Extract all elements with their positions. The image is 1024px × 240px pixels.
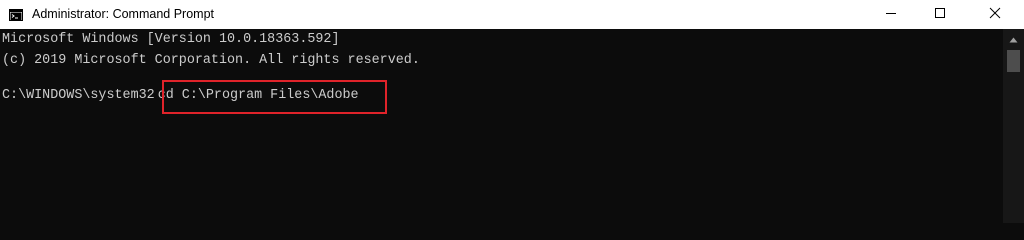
version-line: Microsoft Windows [Version 10.0.18363.59… [2, 32, 340, 47]
window-title: Administrator: Command Prompt [32, 7, 215, 21]
minimize-icon [885, 6, 897, 24]
close-button[interactable] [972, 0, 1018, 29]
maximize-icon [934, 6, 946, 24]
command-highlight-box [162, 80, 387, 114]
scrollbar-thumb[interactable] [1007, 50, 1020, 72]
prompt-path: C:\WINDOWS\system32 [2, 88, 155, 103]
command-prompt-window: Administrator: Command Prompt Microsoft … [0, 0, 1024, 223]
vertical-scrollbar[interactable] [1003, 29, 1024, 223]
minimize-button[interactable] [868, 0, 914, 29]
close-icon [989, 6, 1001, 24]
chevron-up-icon [1009, 30, 1018, 48]
scroll-up-button[interactable] [1003, 29, 1024, 48]
maximize-button[interactable] [917, 0, 963, 29]
copyright-line: (c) 2019 Microsoft Corporation. All righ… [2, 53, 420, 68]
console-output[interactable]: Microsoft Windows [Version 10.0.18363.59… [0, 29, 1003, 223]
title-bar[interactable]: Administrator: Command Prompt [0, 0, 1024, 29]
cmd-app-icon[interactable] [9, 8, 23, 21]
